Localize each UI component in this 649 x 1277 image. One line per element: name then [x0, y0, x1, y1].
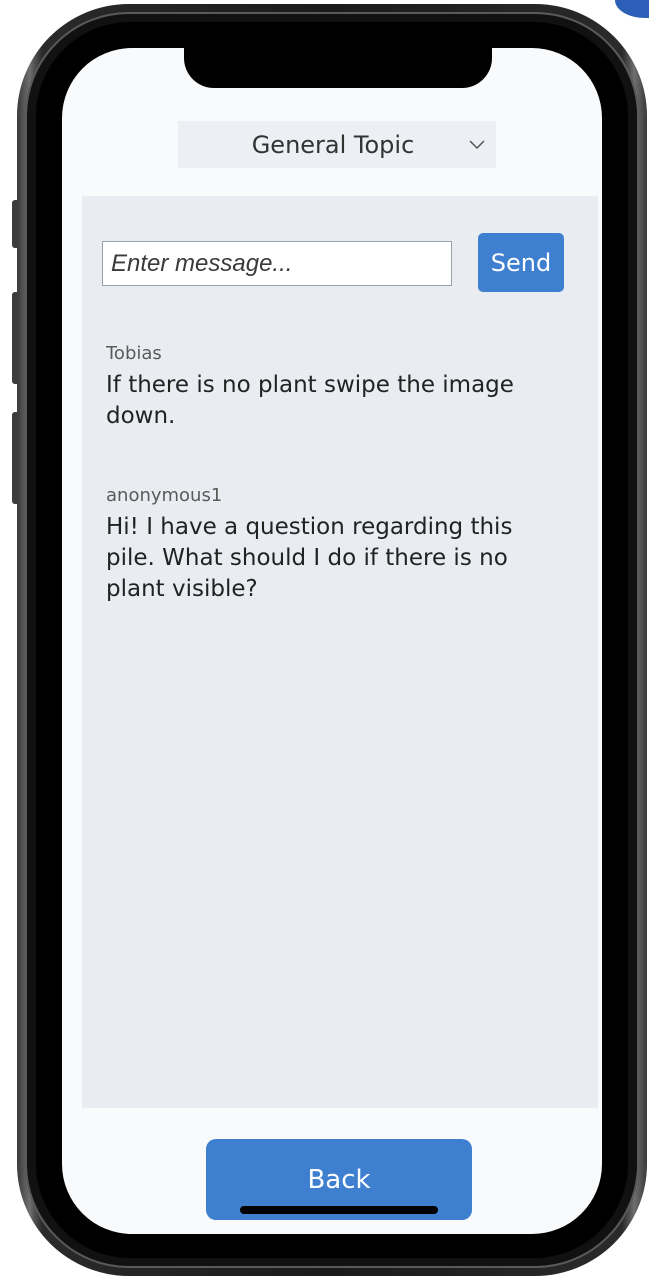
topic-dropdown-value: General Topic [251, 130, 415, 159]
home-indicator[interactable] [240, 1206, 438, 1214]
message-author: Tobias [106, 343, 162, 364]
page: General Topic Send Tobias If there is no… [0, 0, 649, 1277]
chat-panel: Send Tobias If there is no plant swipe t… [82, 196, 598, 1108]
mute-switch [12, 200, 19, 248]
chat-message: anonymous1 Hi! I have a question regardi… [106, 484, 546, 605]
phone-screen: General Topic Send Tobias If there is no… [62, 48, 602, 1234]
message-input[interactable] [102, 241, 452, 286]
phone-notch [184, 48, 492, 88]
volume-up-button [12, 292, 19, 384]
message-text: If there is no plant swipe the image dow… [106, 372, 514, 429]
message-text: Hi! I have a question regarding this pil… [106, 514, 513, 602]
topic-dropdown[interactable]: General Topic [178, 121, 496, 168]
message-author: anonymous1 [106, 485, 223, 506]
chat-message: Tobias If there is no plant swipe the im… [106, 342, 546, 432]
send-button[interactable]: Send [478, 233, 564, 292]
background-accent [615, 0, 649, 18]
chevron-down-icon [469, 140, 485, 150]
volume-down-button [12, 412, 19, 504]
